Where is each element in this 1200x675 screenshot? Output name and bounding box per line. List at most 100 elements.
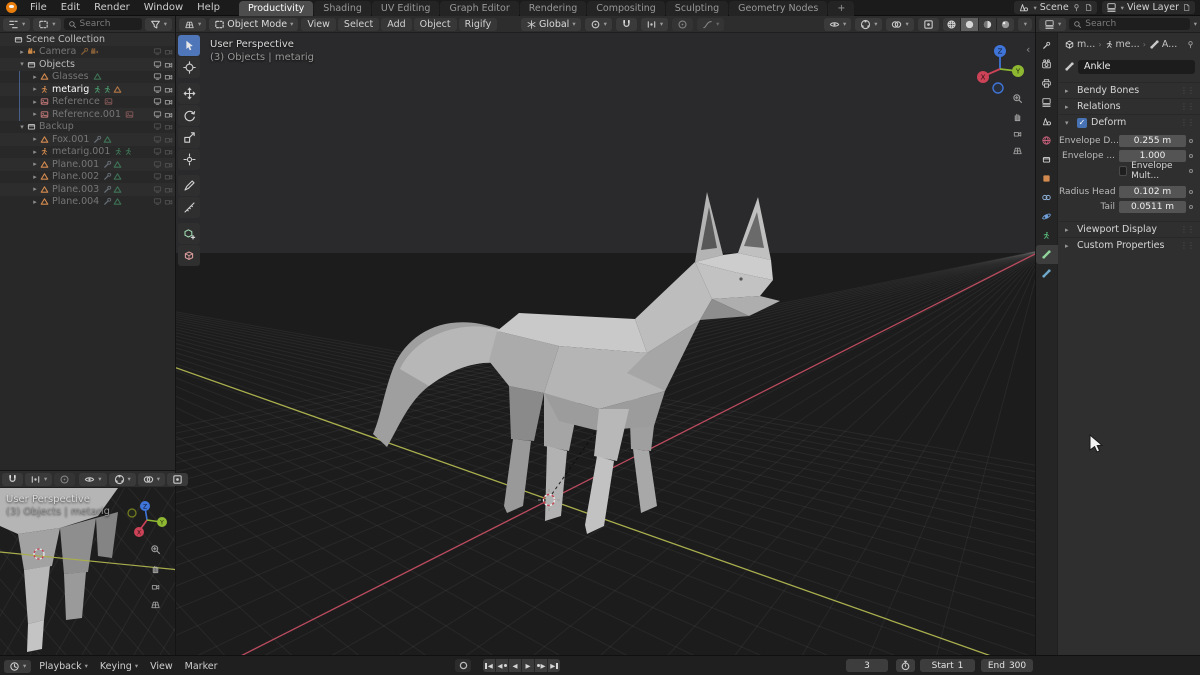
disable-render-icon[interactable] <box>164 147 173 156</box>
properties-tab-render[interactable] <box>1036 55 1058 74</box>
menubar-item-help[interactable]: Help <box>190 2 227 13</box>
hide-viewport-icon[interactable] <box>153 85 162 94</box>
shading-wireframe-button[interactable] <box>942 17 960 31</box>
field-value[interactable]: 0.102 m <box>1119 186 1186 198</box>
tool-add-cube[interactable] <box>178 223 200 244</box>
outliner-display-mode-button[interactable]: ▾ <box>33 17 61 31</box>
menubar-item-window[interactable]: Window <box>137 2 190 13</box>
outliner-row-backup[interactable]: ▾ Backup <box>0 121 175 134</box>
proportional-falloff-dropdown[interactable]: ▾ <box>697 17 725 31</box>
outliner-row-reference-001[interactable]: ▸ Reference.001 <box>0 108 175 121</box>
outliner-row-camera[interactable]: ▸ Camera <box>0 46 175 59</box>
new-view-layer-icon[interactable] <box>1182 3 1191 12</box>
hide-viewport-icon[interactable] <box>153 197 162 206</box>
new-scene-icon[interactable] <box>1084 3 1093 12</box>
properties-tab-bone-constraint[interactable] <box>1036 264 1058 283</box>
properties-tab-physics[interactable] <box>1036 207 1058 226</box>
properties-tab-tool[interactable] <box>1036 36 1058 55</box>
disable-render-icon[interactable] <box>164 47 173 56</box>
frame-start-field[interactable]: Start 1 <box>920 659 975 672</box>
properties-tab-output[interactable] <box>1036 74 1058 93</box>
hide-viewport-icon[interactable] <box>153 147 162 156</box>
workspace-tab-sculpting[interactable]: Sculpting <box>665 0 729 16</box>
disable-render-icon[interactable] <box>164 97 173 106</box>
disable-render-icon[interactable] <box>164 172 173 181</box>
current-frame-field[interactable]: 3 <box>846 659 888 672</box>
mini-gizmos-dropdown[interactable]: ▾ <box>108 472 136 486</box>
expand-arrow-icon[interactable]: ▸ <box>30 160 40 168</box>
expand-arrow-icon[interactable]: ▾ <box>17 60 27 68</box>
mini-snap-toggle[interactable] <box>2 472 23 486</box>
mini-navigation-gizmo[interactable]: Z X Y <box>125 498 169 542</box>
outliner-row-objects[interactable]: ▾ Objects <box>0 58 175 71</box>
expand-arrow-icon[interactable]: ▸ <box>30 173 40 181</box>
snap-target-dropdown[interactable]: ▾ <box>640 17 669 31</box>
tool-measure[interactable] <box>178 197 200 218</box>
pan-hand-icon[interactable] <box>150 563 161 574</box>
proportional-edit-toggle[interactable] <box>672 17 694 31</box>
disable-render-icon[interactable] <box>164 122 173 131</box>
panel-header-relations[interactable]: ▸ Relations ⋮⋮ <box>1059 98 1200 114</box>
prev-keyframe-button[interactable]: ◀ <box>496 659 508 672</box>
animate-dot-icon[interactable] <box>1186 190 1196 194</box>
properties-search-input[interactable]: Search <box>1069 18 1190 30</box>
outliner-row-plane-002[interactable]: ▸ Plane.002 <box>0 171 175 184</box>
properties-tab-scene[interactable] <box>1036 112 1058 131</box>
outliner-row-plane-003[interactable]: ▸ Plane.003 <box>0 183 175 196</box>
expand-arrow-icon[interactable]: ▸ <box>30 148 40 156</box>
animate-dot-icon[interactable] <box>1186 205 1196 209</box>
panel-header-deform[interactable]: ▾ ✓ Deform ⋮⋮ <box>1059 114 1200 130</box>
hide-viewport-icon[interactable] <box>153 135 162 144</box>
shading-solid-button[interactable] <box>960 17 978 31</box>
hide-viewport-icon[interactable] <box>153 60 162 69</box>
hide-viewport-icon[interactable] <box>153 72 162 81</box>
camera-view-icon[interactable] <box>1012 129 1023 138</box>
field-checkbox-row[interactable]: Envelope Mult... <box>1119 161 1186 181</box>
expand-arrow-icon[interactable]: ▸ <box>30 198 40 206</box>
shading-rendered-button[interactable] <box>996 17 1014 31</box>
gizmos-dropdown[interactable]: ▾ <box>855 17 883 31</box>
checkbox-icon[interactable] <box>1119 166 1128 176</box>
properties-tab-object[interactable] <box>1036 169 1058 188</box>
hide-viewport-icon[interactable] <box>153 160 162 169</box>
panel-header-custom[interactable]: ▸ Custom Properties ⋮⋮ <box>1059 237 1200 253</box>
bone-name-field[interactable]: Ankle <box>1078 59 1195 74</box>
hide-viewport-icon[interactable] <box>153 47 162 56</box>
workspace-tab-rendering[interactable]: Rendering <box>519 0 587 16</box>
pin-icon[interactable] <box>1072 3 1081 12</box>
hide-viewport-icon[interactable] <box>153 122 162 131</box>
play-button[interactable]: ▶ <box>522 659 534 672</box>
hide-viewport-icon[interactable] <box>153 185 162 194</box>
hide-viewport-icon[interactable] <box>153 110 162 119</box>
viewport-menu-rigify[interactable]: Rigify <box>458 17 498 31</box>
breadcrumb-item[interactable]: m... <box>1064 39 1095 50</box>
outliner-row-scene-collection[interactable]: Scene Collection <box>0 33 175 46</box>
breadcrumb-item[interactable]: me... <box>1105 39 1140 50</box>
animate-dot-icon[interactable] <box>1186 169 1196 173</box>
outliner-editor-type-button[interactable]: ▾ <box>3 17 31 31</box>
timeline-menu-marker[interactable]: Marker <box>179 659 224 673</box>
timeline-menu-playback[interactable]: Playback ▾ <box>33 659 94 673</box>
hide-viewport-icon[interactable] <box>153 172 162 181</box>
tool-move[interactable] <box>178 83 200 104</box>
workspace-tab--[interactable]: + <box>828 0 855 16</box>
animate-dot-icon[interactable] <box>1186 154 1196 158</box>
perspective-toggle-icon[interactable] <box>150 599 161 610</box>
camera-view-icon[interactable] <box>150 582 161 591</box>
outliner-row-metarig-001[interactable]: ▸ metarig.001 <box>0 146 175 159</box>
mini-visibility-dropdown[interactable]: ▾ <box>79 472 107 486</box>
viewport-menu-select[interactable]: Select <box>337 17 380 31</box>
frame-end-field[interactable]: End 300 <box>981 659 1033 672</box>
view-layer-selector[interactable]: ▾ View Layer <box>1101 1 1195 14</box>
mini-xray-toggle[interactable] <box>167 472 189 486</box>
tool-transform[interactable] <box>178 149 200 170</box>
viewport-menu-add[interactable]: Add <box>381 17 412 31</box>
viewport-menu-object[interactable]: Object <box>413 17 457 31</box>
jump-to-end-button[interactable]: ▶ <box>548 659 560 672</box>
blender-logo-icon[interactable] <box>6 2 17 13</box>
properties-tab-bone[interactable] <box>1035 245 1058 264</box>
gizmo-minus-z-ball[interactable] <box>992 82 1004 94</box>
jump-to-start-button[interactable]: ◀ <box>483 659 495 672</box>
secondary-viewport-canvas[interactable]: User Perspective (3) Objects | metarig Z… <box>0 488 175 656</box>
tool-scale[interactable] <box>178 127 200 148</box>
